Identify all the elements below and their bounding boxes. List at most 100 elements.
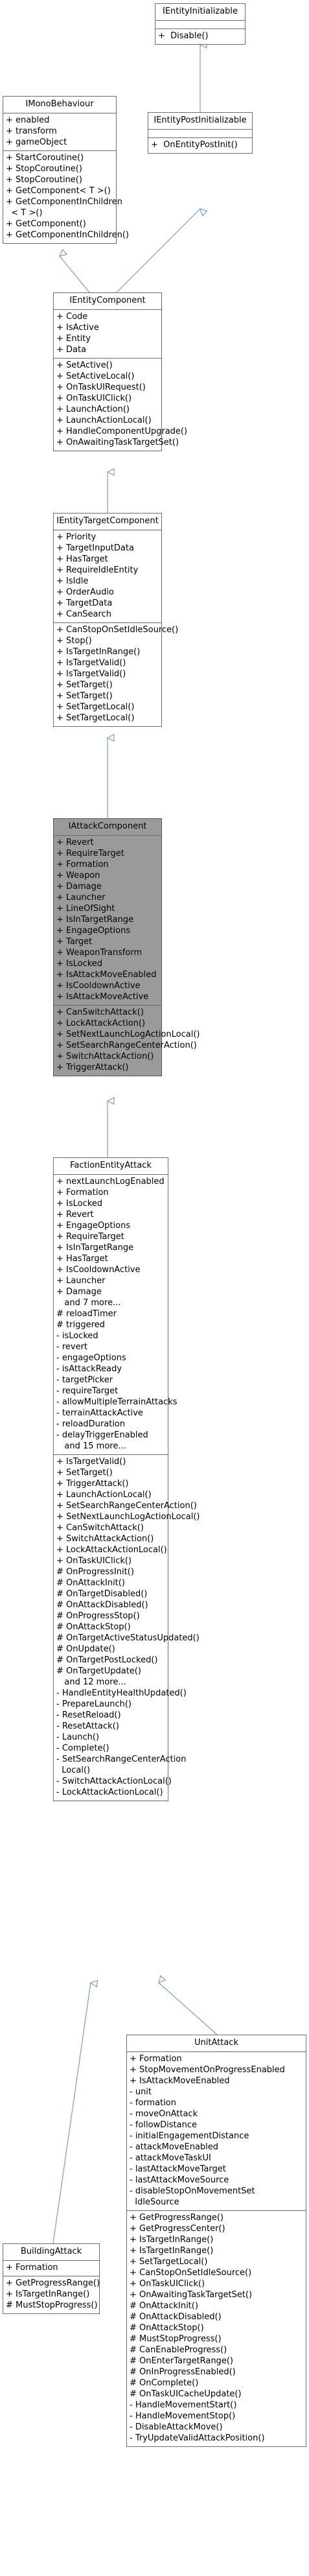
class-imonobehaviour[interactable]: IMonoBehaviour + enabled + transform + g…	[3, 96, 129, 244]
method: and 12 more...	[56, 1677, 126, 1687]
attribute: - unit	[130, 2087, 152, 2097]
attribute: - revert	[56, 1342, 88, 1352]
class-title: FactionEntityAttack	[54, 1158, 168, 1175]
edge-buildingattack-to-factionattack	[52, 1983, 91, 2244]
attribute: + Priority	[56, 532, 97, 542]
attribute: + Damage	[56, 1287, 102, 1297]
method: + IsTargetInRange()	[130, 2235, 214, 2245]
attribute: - isLocked	[56, 1331, 98, 1341]
method: + OnTaskUIClick()	[56, 394, 132, 403]
attribute: + CanSearch	[56, 609, 111, 619]
attributes-section: + Formation + StopMovementOnProgressEnab…	[127, 2052, 306, 2211]
attributes-section	[155, 21, 245, 29]
method: - DisableAttackMove()	[130, 2422, 223, 2432]
attribute: + Damage	[56, 882, 102, 892]
attribute: - reloadDuration	[56, 1419, 126, 1429]
method: + HandleComponentUpgrade()	[56, 427, 188, 436]
attribute: + HasTarget	[56, 1254, 108, 1264]
methods-section: + Disable()	[155, 29, 245, 44]
attribute: + Data	[56, 345, 87, 355]
method: + StopCoroutine()	[6, 164, 82, 174]
method: - LockAttackActionLocal()	[56, 1788, 163, 1797]
method: + TriggerAttack()	[56, 1479, 129, 1489]
method: + Disable()	[158, 31, 209, 41]
method: + GetComponentInChildren < T >()	[6, 197, 122, 218]
class-iattackcomponent[interactable]: IAttackComponent + Revert + RequireTarge…	[53, 818, 200, 1076]
method: + CanStopOnSetIdleSource()	[56, 625, 179, 635]
method: - ResetAttack()	[56, 1721, 119, 1731]
method: + SetSearchRangeCenterAction()	[56, 1501, 197, 1511]
attribute: + IsAttackMoveActive	[56, 992, 149, 1002]
attribute: + IsIdle	[56, 576, 89, 586]
method: + IsTargetValid()	[56, 658, 126, 668]
attribute: + Weapon	[56, 871, 100, 880]
attribute: + enabled	[6, 115, 50, 125]
method: + SwitchAttackAction()	[56, 1534, 154, 1544]
method: + GetProgressRange()	[6, 2278, 100, 2288]
method: + IsTargetValid()	[56, 669, 126, 679]
attribute: - followDistance	[130, 2120, 198, 2130]
class-factionentityattack[interactable]: FactionEntityAttack + nextLaunchLogEnabl…	[53, 1157, 200, 1801]
method: + GetProgressCenter()	[130, 2224, 225, 2234]
method: + IsTargetInRange()	[6, 2289, 90, 2299]
method: + CanSwitchAttack()	[56, 1523, 144, 1533]
methods-section: + OnEntityPostInit()	[148, 138, 252, 153]
attribute: - terrainAttackActive	[56, 1408, 143, 1418]
attribute: + IsAttackMoveEnabled	[130, 2076, 230, 2086]
class-ientitytargetcomponent[interactable]: IEntityTargetComponent + Priority + Targ…	[53, 513, 179, 727]
method: + SwitchAttackAction()	[56, 1052, 154, 1061]
attribute: + Formation	[130, 2054, 182, 2064]
attribute: + IsAttackMoveEnabled	[56, 970, 157, 980]
attribute: + nextLaunchLogEnabled	[56, 1177, 165, 1187]
class-title: UnitAttack	[127, 2035, 306, 2052]
attribute: # triggered	[56, 1320, 105, 1330]
method: + SetTarget()	[56, 680, 113, 690]
attribute: + Launcher	[56, 893, 106, 903]
method: # OnInProgressEnabled()	[130, 2367, 236, 2377]
class-buildingattack[interactable]: BuildingAttack + Formation + GetProgress…	[3, 2243, 100, 2314]
method: - HandleMovementStop()	[130, 2411, 236, 2421]
attributes-section: + Formation	[3, 2261, 99, 2276]
method: + SetActive()	[56, 360, 113, 370]
method: + SetActiveLocal()	[56, 372, 135, 381]
method: + IsTargetValid()	[56, 1457, 126, 1467]
method: # OnUpdate()	[56, 1644, 115, 1654]
methods-section: + SetActive() + SetActiveLocal() + OnTas…	[54, 359, 188, 451]
methods-section: + IsTargetValid() + SetTarget() + Trigge…	[54, 1455, 200, 1801]
method: - SetSearchRangeCenterAction Local()	[56, 1755, 187, 1775]
attribute: - targetPicker	[56, 1375, 113, 1385]
class-ientitycomponent[interactable]: IEntityComponent + Code + IsActive + Ent…	[53, 292, 188, 451]
method: # OnTargetActiveStatusUpdated()	[56, 1633, 200, 1643]
class-title: IEntityComponent	[54, 293, 161, 310]
method: - ResetReload()	[56, 1710, 121, 1720]
method: + LaunchActionLocal()	[56, 416, 152, 425]
method: + SetTarget()	[56, 1468, 113, 1478]
method: + Stop()	[56, 636, 92, 646]
attribute: + TargetData	[56, 598, 113, 608]
method: - SwitchAttackActionLocal()	[56, 1777, 172, 1786]
attribute: - disableStopOnMovementSet IdleSource	[130, 2186, 255, 2207]
method: # OnAttackDisabled()	[130, 2312, 222, 2322]
attribute: - moveOnAttack	[130, 2109, 198, 2119]
method: - Launch()	[56, 1732, 100, 1742]
class-ientitypostinitializable[interactable]: IEntityPostInitializable + OnEntityPostI…	[148, 112, 253, 154]
method: # OnTargetUpdate()	[56, 1666, 141, 1676]
attribute: - allowMultipleTerrainAttacks	[56, 1397, 177, 1407]
method: # OnTaskUICacheUpdate()	[130, 2389, 242, 2399]
method: + GetComponentInChildren()	[6, 230, 129, 240]
attribute: + EngageOptions	[56, 926, 131, 936]
attribute: + IsLocked	[56, 959, 103, 969]
attribute: + Formation	[56, 1188, 109, 1198]
attribute: - initialEngagementDistance	[130, 2131, 249, 2141]
attribute: + TargetInputData	[56, 543, 134, 553]
method: # OnAttackDisabled()	[56, 1600, 148, 1610]
attribute: + RequireTarget	[56, 849, 124, 858]
attribute: + Revert	[56, 1210, 94, 1220]
method: + OnTaskUIClick()	[130, 2279, 205, 2289]
method: + SetNextLaunchLogActionLocal()	[56, 1512, 200, 1522]
method: + GetProgressRange()	[130, 2213, 224, 2223]
class-ientityinitializable[interactable]: IEntityInitializable + Disable()	[155, 3, 246, 45]
attribute: + IsCooldownActive	[56, 981, 141, 991]
class-unitattack[interactable]: UnitAttack + Formation + StopMovementOnP…	[126, 2035, 306, 2447]
attribute: and 7 more...	[56, 1298, 121, 1308]
